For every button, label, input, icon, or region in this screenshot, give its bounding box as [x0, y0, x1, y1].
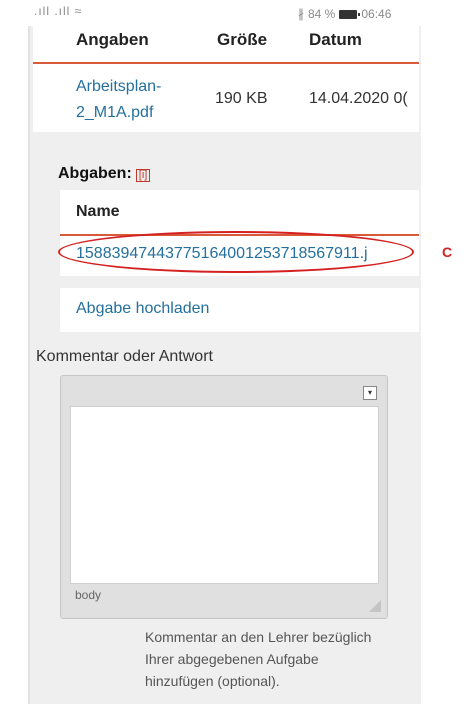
attachment-date: 14.04.2020 0(	[309, 90, 408, 107]
upload-row: Abgabe hochladen	[60, 288, 419, 332]
status-right: ∦ 84 % 06:46	[298, 7, 391, 21]
header-datum: Datum	[309, 30, 362, 49]
chevron-down-icon[interactable]: ▾	[363, 386, 377, 400]
clock: 06:46	[361, 7, 392, 21]
submissions-header: Name	[60, 190, 419, 236]
bluetooth-icon: ∦	[298, 7, 304, 21]
attachments-table: Angaben Größe Datum Arbeitsplan-2_M1A.pd…	[33, 22, 419, 132]
annotation-ellipse	[58, 231, 414, 273]
signal-icon: .ıll .ıll ≈	[34, 4, 83, 18]
header-angaben: Angaben	[76, 30, 149, 49]
abgaben-heading: Abgaben: [i]	[58, 165, 151, 183]
comment-label: Kommentar oder Antwort	[36, 348, 213, 365]
battery-text: 84 %	[308, 7, 336, 21]
editor-path-tag: body	[75, 588, 102, 602]
attachment-size: 190 KB	[215, 90, 268, 107]
comment-hint: Kommentar an den Lehrer bezüglich Ihrer …	[145, 629, 372, 689]
upload-link[interactable]: Abgabe hochladen	[76, 300, 209, 318]
attachment-file-link[interactable]: Arbeitsplan-2_M1A.pdf	[76, 74, 186, 126]
annotation-label: C	[442, 244, 453, 260]
abgaben-title: Abgaben:	[58, 165, 132, 182]
info-icon[interactable]: [i]	[135, 169, 151, 182]
comment-editor: ▾ body	[60, 375, 388, 619]
header-name: Name	[76, 203, 120, 220]
comment-textarea[interactable]	[70, 406, 379, 584]
header-groesse: Größe	[217, 30, 268, 49]
battery-icon	[339, 9, 361, 19]
resize-handle-icon[interactable]	[369, 600, 381, 612]
attachments-header: Angaben Größe Datum	[33, 22, 419, 64]
table-row: Arbeitsplan-2_M1A.pdf 190 KB 14.04.2020 …	[33, 64, 419, 132]
